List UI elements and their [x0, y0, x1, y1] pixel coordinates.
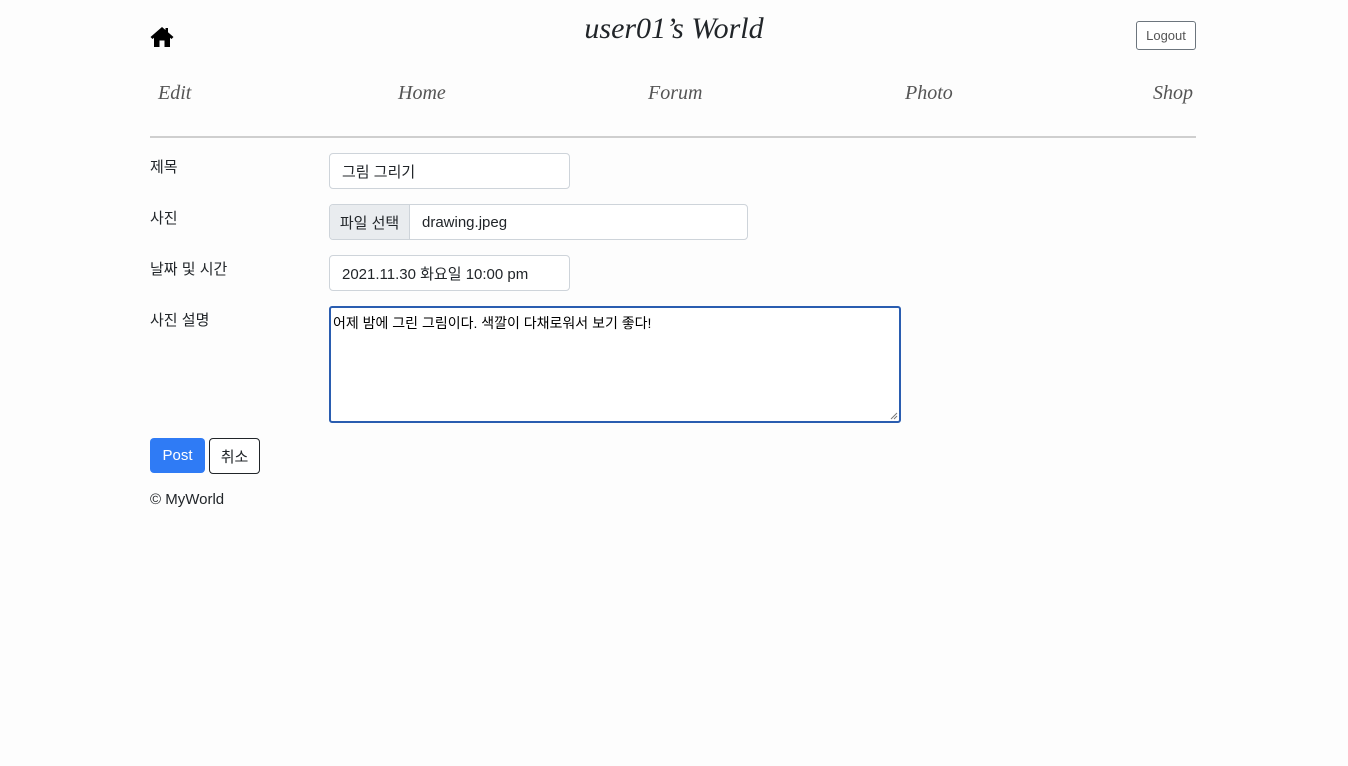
nav-item-shop[interactable]: Shop: [1153, 82, 1193, 105]
footer-copyright: © MyWorld: [150, 491, 225, 508]
file-input[interactable]: 파일 선택 drawing.jpeg: [329, 204, 748, 240]
datetime-input-value: 2021.11.30 화요일 10:00 pm: [342, 265, 529, 283]
photo-label: 사진: [150, 210, 178, 227]
cancel-button[interactable]: 취소: [209, 438, 260, 474]
datetime-label: 날짜 및 시간: [150, 261, 228, 278]
post-button[interactable]: Post: [150, 438, 205, 473]
resize-handle-icon[interactable]: [890, 412, 898, 420]
nav-item-photo[interactable]: Photo: [905, 82, 953, 105]
file-name: drawing.jpeg: [422, 213, 508, 231]
description-text: 어제 밤에 그린 그림이다. 색깔이 다채로워서 보기 좋다!: [333, 315, 652, 331]
title-input[interactable]: 그림 그리기: [329, 153, 570, 189]
datetime-input[interactable]: 2021.11.30 화요일 10:00 pm: [329, 255, 570, 291]
description-label: 사진 설명: [150, 312, 210, 329]
choose-file-button[interactable]: 파일 선택: [330, 205, 410, 239]
main-nav: Edit Home Forum Photo Shop: [0, 82, 1348, 112]
nav-divider: [150, 136, 1196, 138]
title-input-value: 그림 그리기: [342, 163, 416, 181]
title-label: 제목: [150, 159, 178, 176]
logout-button[interactable]: Logout: [1136, 21, 1196, 50]
description-textarea[interactable]: 어제 밤에 그린 그림이다. 색깔이 다채로워서 보기 좋다!: [329, 306, 901, 423]
nav-item-edit[interactable]: Edit: [158, 82, 191, 105]
nav-item-home[interactable]: Home: [398, 82, 446, 105]
nav-item-forum[interactable]: Forum: [648, 82, 702, 105]
